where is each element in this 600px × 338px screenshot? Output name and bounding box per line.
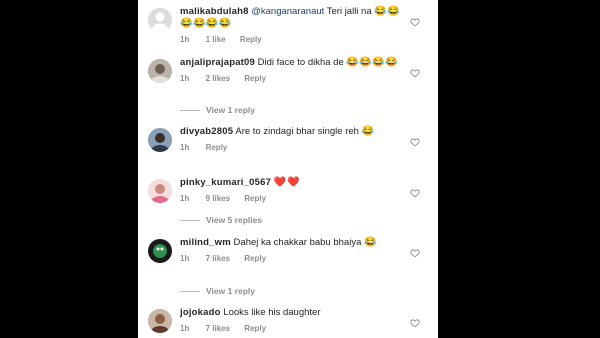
comment-body: milind_wm Dahej ka chakkar babu bhaiya 😂… <box>180 237 410 265</box>
reply-button[interactable]: Reply <box>244 254 266 263</box>
comment-body: jojokado Looks like his daughter 1h 7 li… <box>180 307 410 335</box>
comment-likes[interactable]: 7 likes <box>206 324 230 333</box>
comment-time: 1h <box>180 194 190 203</box>
comment-likes[interactable]: 7 likes <box>206 254 230 263</box>
heart-outline-icon[interactable] <box>410 65 420 78</box>
comment-text: divyab2805 Are to zindagi bhar single re… <box>180 126 410 138</box>
comment-username[interactable]: anjaliprajapat09 <box>180 57 255 68</box>
comment-message: Dahej ka chakkar babu bhaiya <box>233 237 362 248</box>
avatar[interactable] <box>148 239 172 263</box>
avatar[interactable] <box>148 128 172 152</box>
comment-username[interactable]: pinky_kumari_0567 <box>180 177 271 188</box>
comment-emojis: 😂 <box>361 126 375 137</box>
comment-time: 1h <box>180 254 190 263</box>
comment-username[interactable]: milind_wm <box>180 237 231 248</box>
comment-time: 1h <box>180 143 190 152</box>
view-replies-button[interactable]: View 5 replies <box>180 215 262 225</box>
comment-emojis: 😂 <box>364 237 377 248</box>
comment-meta: 1h Reply <box>180 142 410 154</box>
avatar[interactable] <box>148 309 172 333</box>
comment-likes[interactable]: 2 likes <box>206 74 230 83</box>
comment-likes[interactable]: 9 likes <box>206 194 230 203</box>
comment-meta: 1h 2 likes Reply <box>180 73 410 85</box>
reply-button[interactable]: Reply <box>240 35 262 44</box>
view-replies-label: View 5 replies <box>206 215 263 225</box>
comment-emojis: 😂😂😂😂 <box>346 57 399 68</box>
view-replies-button[interactable]: View 1 reply <box>180 286 255 296</box>
comment-emojis: ❤️❤️ <box>273 177 301 188</box>
reply-button[interactable]: Reply <box>206 143 228 152</box>
comment-text: malikabdulah8 @kanganaranaut Teri jalli … <box>180 6 410 30</box>
comment-message: Didi face to dikha de <box>257 57 344 68</box>
divider-line <box>180 110 200 112</box>
comment-text: pinky_kumari_0567 ❤️❤️ <box>180 177 410 189</box>
comment-body: anjaliprajapat09 Didi face to dikha de 😂… <box>180 57 410 85</box>
comment-mention[interactable]: @kanganaranaut <box>251 6 324 17</box>
avatar[interactable] <box>148 8 172 32</box>
view-replies-button[interactable]: View 1 reply <box>180 105 255 115</box>
comment-message: Teri jalli na <box>326 6 372 17</box>
reply-button[interactable]: Reply <box>244 74 266 83</box>
comment-meta: 1h 9 likes Reply <box>180 193 410 205</box>
comment-message: Looks like his daughter <box>223 307 321 318</box>
heart-outline-icon[interactable] <box>410 245 420 258</box>
comment-text: milind_wm Dahej ka chakkar babu bhaiya 😂 <box>180 237 410 249</box>
heart-outline-icon[interactable] <box>410 134 420 147</box>
reply-button[interactable]: Reply <box>244 324 266 333</box>
view-replies-label: View 1 reply <box>206 286 255 296</box>
avatar[interactable] <box>148 179 172 203</box>
heart-outline-icon[interactable] <box>410 14 420 27</box>
comment-text: jojokado Looks like his daughter <box>180 307 410 319</box>
heart-outline-icon[interactable] <box>410 315 420 328</box>
comment-username[interactable]: divyab2805 <box>180 126 233 137</box>
comment-meta: 1h 7 likes Reply <box>180 253 410 265</box>
comment-username[interactable]: jojokado <box>180 307 221 318</box>
comment-body: malikabdulah8 @kanganaranaut Teri jalli … <box>180 6 410 46</box>
comment-time: 1h <box>180 35 190 44</box>
divider-line <box>180 220 200 222</box>
comments-panel: malikabdulah8 @kanganaranaut Teri jalli … <box>138 0 438 338</box>
heart-outline-icon[interactable] <box>410 185 420 198</box>
comment-body: divyab2805 Are to zindagi bhar single re… <box>180 126 410 154</box>
divider-line <box>180 291 200 293</box>
comment-time: 1h <box>180 324 190 333</box>
reply-button[interactable]: Reply <box>244 194 266 203</box>
comment-time: 1h <box>180 74 190 83</box>
avatar[interactable] <box>148 59 172 83</box>
comment-meta: 1h 1 like Reply <box>180 34 410 46</box>
view-replies-label: View 1 reply <box>206 105 255 115</box>
comment-meta: 1h 7 likes Reply <box>180 323 410 335</box>
comment-message: Are to zindagi bhar single reh <box>235 126 359 137</box>
comment-likes[interactable]: 1 like <box>206 35 226 44</box>
comment-text: anjaliprajapat09 Didi face to dikha de 😂… <box>180 57 410 69</box>
comment-username[interactable]: malikabdulah8 <box>180 6 249 17</box>
comment-body: pinky_kumari_0567 ❤️❤️ 1h 9 likes Reply <box>180 177 410 205</box>
